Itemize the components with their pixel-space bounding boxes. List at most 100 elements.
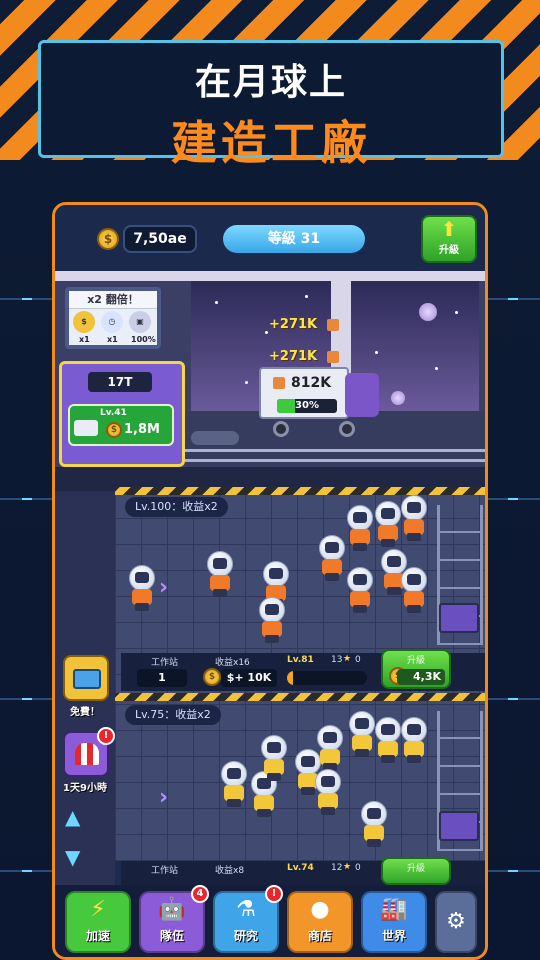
star	[305, 295, 308, 298]
chevron-right-icon: ›	[159, 575, 169, 600]
star-icon: ★	[343, 862, 352, 872]
star	[245, 381, 248, 384]
planet	[391, 391, 405, 405]
income-value: $+ 10K	[221, 669, 277, 687]
nav-world-button[interactable]: 🏭 世界	[361, 891, 427, 953]
guide-dot	[508, 498, 518, 500]
star-count: 0	[355, 655, 361, 665]
star	[265, 331, 268, 334]
top-bar: $ 7,50ae 等級 31 ⬆ 升級	[55, 205, 485, 271]
floor-level: Lv.74	[287, 863, 314, 873]
star	[375, 351, 378, 354]
coins-icon: ●	[310, 897, 330, 922]
worker-count: 12	[331, 863, 343, 873]
timer-label: 1天9小時	[63, 783, 107, 794]
floor-1-progress	[287, 671, 367, 685]
elevator-station[interactable]: 17T Lv.41 $ 1,8M	[59, 361, 185, 467]
rack-screen	[439, 603, 479, 633]
conveyor-rollers	[191, 431, 239, 445]
guard-rail	[185, 449, 485, 452]
settings-button[interactable]: ⚙	[435, 891, 477, 953]
coin-icon: $	[203, 668, 221, 686]
bottom-nav: ⚡ 加速 🤖 隊伍 4 ⚗ 研究 ! ● 商店 🏭 世界 ⚙	[55, 885, 485, 957]
hazard-stripe	[115, 693, 485, 701]
truck-progress-label: 30%	[295, 400, 319, 411]
station-value: 1	[137, 669, 187, 687]
nav-label: 加速	[85, 929, 110, 943]
guide-dot	[22, 498, 32, 500]
gear-icon: ⚙	[446, 909, 466, 934]
star-icon: ★	[343, 654, 352, 664]
star-count: 0	[355, 863, 361, 873]
elevator-upgrade-card[interactable]: Lv.41 $ 1,8M	[68, 404, 174, 446]
banner-title-line1: 在月球上	[194, 62, 347, 103]
clock-icon: ◷	[101, 311, 123, 333]
alert-badge: !	[97, 727, 115, 745]
bonus-board-title: x2 翻倍！	[69, 291, 157, 309]
bonus-caption: x1	[79, 335, 90, 344]
truck-progress-bar: 30%	[277, 399, 337, 413]
elevator-amount: 17T	[88, 372, 152, 392]
upgrade-label: 升級	[406, 656, 425, 666]
nav-label: 研究	[233, 929, 258, 943]
coin-icon: $	[97, 228, 119, 250]
scroll-down-icon[interactable]: ▼	[65, 845, 80, 869]
worker-astronaut	[347, 505, 373, 551]
worker-astronaut	[401, 717, 427, 763]
rack-screen	[439, 811, 479, 841]
star	[455, 311, 458, 314]
nav-shop-button[interactable]: ● 商店	[287, 891, 353, 953]
research-alert-badge: !	[265, 885, 283, 903]
guide-dot	[508, 870, 518, 872]
free-chest-button[interactable]	[63, 655, 109, 701]
scroll-up-icon[interactable]: ▲	[65, 805, 80, 829]
truck-body: 812K 30%	[259, 367, 349, 419]
guide-dot	[508, 298, 518, 300]
money-counter: 7,50ae	[123, 225, 197, 253]
crate-icon	[273, 377, 285, 389]
station-label: 工作站	[151, 658, 179, 668]
nav-boost-button[interactable]: ⚡ 加速	[65, 891, 131, 953]
tent-icon	[75, 743, 99, 765]
worker-astronaut	[207, 551, 233, 597]
coin-icon: $	[106, 422, 122, 438]
floor-1-upgrade-button[interactable]: 升級 $ 4,3K	[381, 649, 451, 689]
banner-title-box: 在月球上 建造工廠	[38, 40, 504, 170]
nav-label: 商店	[307, 929, 332, 943]
income-label: 收益x8	[215, 866, 245, 876]
floor-2-upgrade-button[interactable]: 升級	[381, 857, 451, 885]
planet	[419, 303, 437, 321]
level-indicator[interactable]: 等級 31	[223, 225, 365, 253]
nav-label: 世界	[381, 929, 406, 943]
surface-scene: x2 翻倍！ $ x1 ◷ x1 ▣ 100% 17T Lv.41 $ 1,8M…	[55, 271, 485, 491]
floor-1-tag: Lv.100：收益x2	[125, 497, 228, 517]
worker-astronaut	[319, 535, 345, 581]
bonus-board[interactable]: x2 翻倍！ $ x1 ◷ x1 ▣ 100%	[65, 287, 161, 349]
worker-count: 13	[331, 655, 343, 665]
worker-astronaut	[261, 735, 287, 781]
delivery-truck[interactable]: 812K 30%	[259, 367, 379, 437]
truck-wheel	[339, 421, 355, 437]
worker-astronaut	[129, 565, 155, 611]
guide-dot	[22, 870, 32, 872]
worker-astronaut	[375, 717, 401, 763]
guard-rail	[185, 459, 485, 462]
worker-astronaut	[401, 495, 427, 541]
bonus-caption: x1	[107, 335, 118, 344]
worker-astronaut	[401, 567, 427, 613]
worker-astronaut	[375, 501, 401, 547]
worker-astronaut	[349, 711, 375, 757]
worker-astronaut	[221, 761, 247, 807]
worker-astronaut	[315, 769, 341, 815]
global-upgrade-button[interactable]: ⬆ 升級	[421, 215, 477, 263]
income-label: 收益x16	[215, 658, 250, 668]
floating-gain: +271K	[269, 317, 318, 332]
free-label: 免費！	[70, 707, 100, 718]
worker-astronaut	[317, 725, 343, 771]
upgrade-label: 升級	[439, 245, 459, 256]
worker-astronaut	[347, 567, 373, 613]
truck-cab	[345, 373, 379, 417]
guide-dot	[22, 298, 32, 300]
worker-astronaut	[361, 801, 387, 847]
lightning-icon: ⚡	[90, 897, 106, 922]
